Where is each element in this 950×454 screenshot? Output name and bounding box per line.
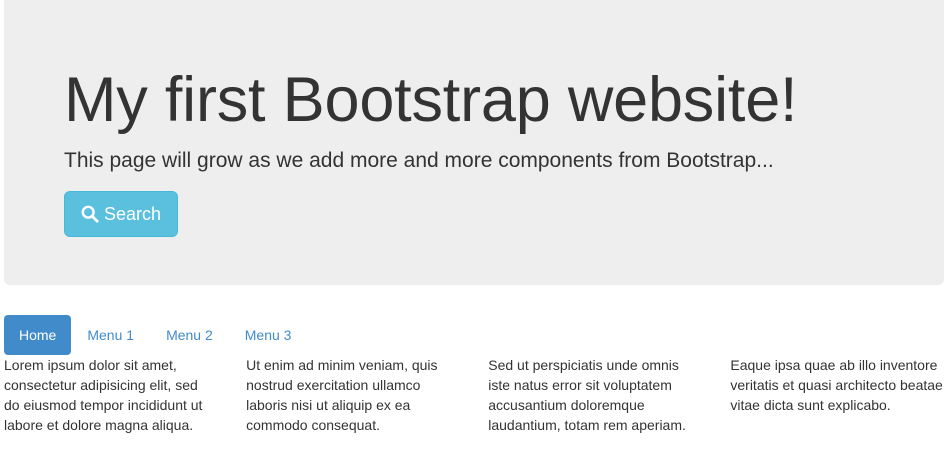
nav-pills: Home Menu 1 Menu 2 Menu 3 [4, 315, 307, 355]
text-line: consectetur adipisicing elit, sed [4, 377, 198, 393]
text-line: nostrud exercitation ullamco [246, 377, 421, 393]
text-line: Eaque ipsa quae ab illo inventore [730, 357, 938, 373]
text-line: Lorem ipsum dolor sit amet, [4, 357, 177, 373]
text-line: commodo consequat. [246, 417, 380, 433]
jumbotron: My first Bootstrap website! This page wi… [4, 0, 944, 285]
page-title: My first Bootstrap website! [64, 65, 798, 135]
nav-item-menu-2[interactable]: Menu 2 [150, 315, 229, 355]
text-line: labore et dolore magna aliqua. [4, 417, 194, 433]
text-line: vitae dicta sunt explicabo. [730, 397, 891, 413]
text-line: accusantium doloremque [488, 397, 645, 413]
nav-item-home[interactable]: Home [4, 315, 72, 355]
text-line: iste natus error sit voluptatem [488, 377, 672, 393]
text-line: laboris nisi ut aliquip ex ea [246, 397, 411, 413]
text-line: Sed ut perspiciatis unde omnis [488, 357, 679, 373]
text-line: do eiusmod tempor incididunt ut [4, 397, 203, 413]
search-icon [81, 205, 99, 223]
search-button[interactable]: Search [64, 191, 178, 237]
content-column-2: Ut enim ad minim veniam, quis nostrud ex… [246, 355, 488, 435]
nav-item-menu-1[interactable]: Menu 1 [71, 315, 150, 355]
text-line: Ut enim ad minim veniam, quis [246, 357, 438, 373]
nav-item-menu-3[interactable]: Menu 3 [229, 315, 308, 355]
text-line: laudantium, totam rem aperiam. [488, 417, 686, 433]
lead-text: This page will grow as we add more and m… [64, 149, 774, 172]
text-line: veritatis et quasi architecto beatae [730, 377, 943, 393]
content-column-3: Sed ut perspiciatis unde omnis iste natu… [488, 355, 730, 435]
content-column-4: Eaque ipsa quae ab illo inventore verita… [730, 355, 950, 435]
content-column-1: Lorem ipsum dolor sit amet, consectetur … [4, 355, 246, 435]
search-button-label: Search [103, 203, 162, 224]
content-columns: Lorem ipsum dolor sit amet, consectetur … [4, 355, 950, 435]
